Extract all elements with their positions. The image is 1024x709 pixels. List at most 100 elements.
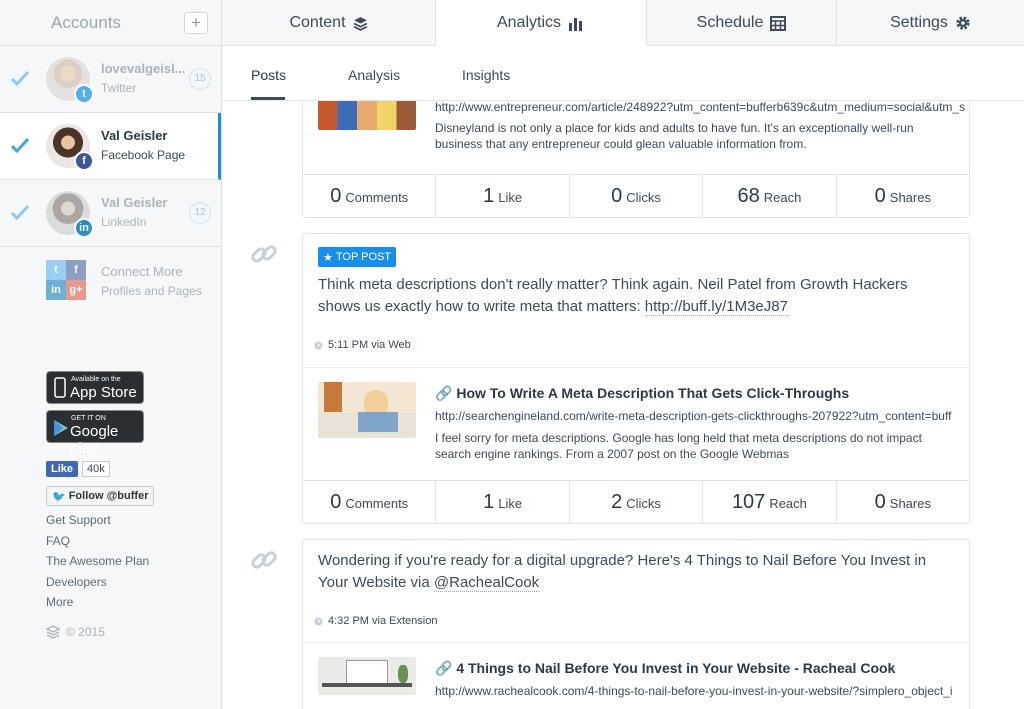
- stat-comments: 0 Comments: [303, 481, 437, 523]
- calendar-icon: [770, 16, 787, 31]
- subtab-analysis[interactable]: Analysis: [348, 67, 400, 83]
- connect-more-profiles[interactable]: tf in g+ Connect More Profiles and Pages: [0, 247, 221, 309]
- star-icon: ★: [323, 251, 333, 264]
- link-preview[interactable]: 🔗 How To Write A Meta Description That G…: [303, 367, 969, 481]
- faq-link[interactable]: FAQ: [46, 534, 149, 555]
- post-stats: 0 Comments 1 Like 2 Clicks 107 Reach 0 Shares: [303, 480, 969, 523]
- check-icon[interactable]: [11, 204, 29, 220]
- layers-icon: [353, 16, 367, 31]
- preview-thumbnail: [318, 382, 416, 438]
- stat-reach: 107 Reach: [703, 481, 837, 523]
- preview-url: http://www.entrepreneur.com/article/2489…: [435, 101, 966, 114]
- analytics-subtabs: Posts Analysis Insights: [222, 46, 1024, 101]
- tab-content[interactable]: Content: [222, 0, 436, 46]
- top-post-badge: ★ TOP POST: [318, 247, 397, 267]
- posts-list: http://www.entrepreneur.com/article/2489…: [222, 101, 1024, 709]
- link-icon: [251, 245, 277, 263]
- link-chain-icon: 🔗: [435, 660, 453, 676]
- post-card: Wondering if you're ready for a digital …: [302, 539, 970, 709]
- link-icon: [251, 551, 277, 569]
- twitter-follow-button[interactable]: 🐦 Follow @buffer: [46, 486, 155, 506]
- clock-icon: [314, 616, 323, 626]
- stat-likes: 1 Like: [436, 481, 570, 523]
- stat-shares: 0 Shares: [874, 491, 931, 513]
- like-count: 40k: [82, 461, 110, 477]
- buffer-logo-icon: [46, 625, 60, 639]
- awesome-plan-link[interactable]: The Awesome Plan: [46, 554, 149, 575]
- active-tab-indicator: [251, 97, 285, 100]
- avatar: in: [46, 191, 94, 238]
- main-tabs: Content Analytics Schedule Settings: [222, 0, 1024, 47]
- account-type: Twitter: [101, 81, 137, 95]
- preview-url: http://www.rachealcook.com/4-things-to-n…: [435, 684, 953, 698]
- tab-schedule[interactable]: Schedule: [647, 0, 837, 46]
- link-preview[interactable]: 🔗 4 Things to Nail Before You Invest in …: [303, 642, 969, 709]
- stat-likes: 1 Like: [436, 175, 570, 217]
- get-support-link[interactable]: Get Support: [46, 513, 149, 534]
- post-meta: 5:11 PM via Web: [314, 339, 411, 351]
- link-chain-icon: 🔗: [435, 385, 453, 401]
- play-icon: [54, 420, 68, 436]
- app-store-badge[interactable]: Available on the App Store: [46, 371, 144, 404]
- gear-icon: [956, 16, 970, 30]
- account-twitter[interactable]: t lovevalgeisl... Twitter 15: [0, 46, 221, 113]
- facebook-like-button[interactable]: Like 40k: [46, 459, 110, 479]
- subtab-insights[interactable]: Insights: [462, 67, 510, 83]
- preview-thumbnail: [318, 101, 416, 130]
- copyright: © 2015: [46, 625, 105, 639]
- account-name: Val Geisler: [101, 195, 168, 210]
- account-type: LinkedIn: [101, 215, 147, 229]
- developers-link[interactable]: Developers: [46, 575, 149, 596]
- stat-shares: 0 Shares: [874, 185, 931, 207]
- preview-description: I feel sorry for meta descriptions. Goog…: [435, 431, 922, 461]
- subtab-posts[interactable]: Posts: [251, 67, 286, 83]
- preview-title[interactable]: 🔗 4 Things to Nail Before You Invest in …: [435, 660, 895, 677]
- stat-clicks: 2 Clicks: [570, 481, 704, 523]
- check-icon[interactable]: [11, 70, 29, 86]
- post-text: Think meta descriptions don't really mat…: [318, 276, 908, 316]
- pending-count-badge: 15: [189, 68, 211, 90]
- preview-title[interactable]: 🔗 How To Write A Meta Description That G…: [435, 385, 849, 402]
- accounts-header: Accounts +: [0, 0, 221, 46]
- preview-thumbnail: [318, 657, 416, 695]
- clock-icon: [314, 340, 323, 350]
- pending-count-badge: 12: [189, 202, 211, 224]
- link-preview[interactable]: http://www.entrepreneur.com/article/2489…: [303, 101, 969, 175]
- twitter-bird-icon: 🐦: [52, 490, 66, 503]
- accounts-title: Accounts: [51, 12, 121, 32]
- connect-more-label: Connect More: [101, 264, 183, 279]
- more-link[interactable]: More: [46, 595, 149, 616]
- account-name: lovevalgeisl...: [101, 61, 186, 76]
- phone-icon: [54, 377, 66, 398]
- twitter-icon: t: [74, 84, 94, 104]
- footer-links: Get Support FAQ The Awesome Plan Develop…: [46, 513, 149, 616]
- stat-clicks: 0 Clicks: [570, 175, 704, 217]
- post-link[interactable]: http://buff.ly/1M3eJ87: [644, 298, 788, 316]
- account-name: Val Geisler: [101, 128, 168, 143]
- account-type: Facebook Page: [101, 148, 186, 162]
- avatar: f: [46, 124, 94, 171]
- sidebar: Accounts + t lovevalgeisl... Twitter 15 …: [0, 0, 222, 709]
- post-card-top: ★ TOP POST Think meta descriptions don't …: [302, 233, 970, 524]
- linkedin-icon: in: [74, 218, 94, 238]
- facebook-icon: f: [74, 151, 94, 171]
- post-text: Wondering if you're ready for a digital …: [318, 552, 927, 592]
- post-meta: 4:32 PM via Extension: [314, 615, 437, 627]
- preview-description: Disneyland is not only a place for kids …: [435, 121, 914, 151]
- google-play-badge[interactable]: GET IT ON Google play: [46, 410, 144, 457]
- tab-analytics[interactable]: Analytics: [436, 0, 647, 47]
- bar-chart-icon: [569, 17, 583, 31]
- account-facebook[interactable]: f Val Geisler Facebook Page: [0, 113, 221, 180]
- preview-url: http://searchengineland.com/write-meta-d…: [435, 409, 952, 423]
- post-mention-link[interactable]: @RachealCook: [433, 574, 540, 592]
- connect-more-sublabel: Profiles and Pages: [101, 284, 202, 298]
- add-account-button[interactable]: +: [184, 11, 208, 34]
- social-networks-icon: tf in g+: [46, 260, 86, 300]
- account-linkedin[interactable]: in Val Geisler LinkedIn 12: [0, 180, 221, 247]
- facebook-like-label: Like: [46, 461, 79, 477]
- post-card: http://www.entrepreneur.com/article/2489…: [302, 101, 970, 218]
- tab-settings[interactable]: Settings: [837, 0, 1024, 46]
- avatar: t: [46, 57, 94, 104]
- check-icon[interactable]: [11, 137, 29, 153]
- stat-reach: 68 Reach: [703, 175, 837, 217]
